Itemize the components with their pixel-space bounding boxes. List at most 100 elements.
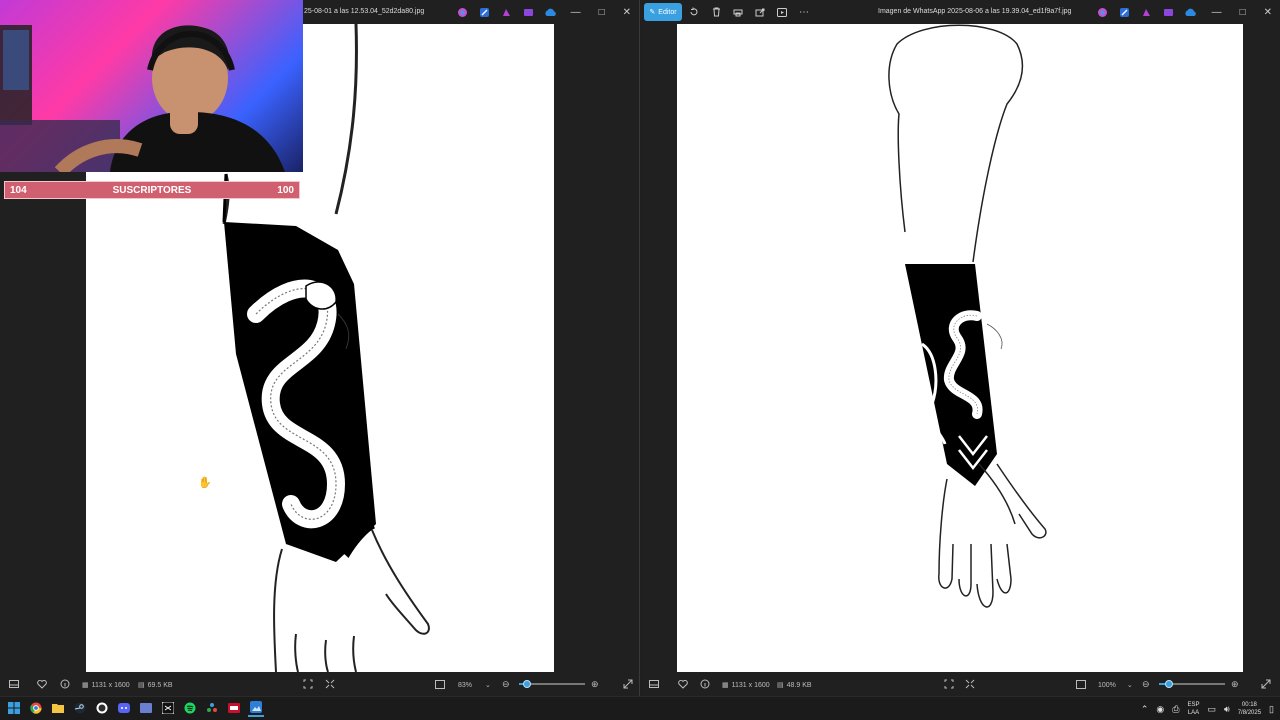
clock-time: 00:18 [1241,702,1257,708]
minimize-button[interactable]: — [1212,7,1222,18]
zoom-slider[interactable] [1159,680,1225,688]
onedrive-icon[interactable] [543,5,557,19]
spotify-icon[interactable] [182,699,198,717]
delete-icon[interactable] [708,4,724,20]
streamer-webcam-feed [0,25,285,172]
volume-icon[interactable]: 🔊︎ [1224,704,1230,715]
onedrive-icon[interactable] [1183,5,1197,19]
filmstrip-icon[interactable] [6,676,22,692]
favorite-heart-icon[interactable] [675,676,691,692]
chevron-down-icon: ⌄ [1126,682,1133,689]
taskbar-apps [6,699,264,717]
obs-icon[interactable] [94,699,110,717]
more-options-icon[interactable]: ⋯ [796,4,812,20]
zoom-slider-knob[interactable] [522,680,531,688]
fit-window-icon[interactable] [432,676,448,692]
zoom-slider-knob[interactable] [1164,680,1173,688]
language-code: ESP [1187,702,1200,708]
file-explorer-icon[interactable] [50,699,66,717]
right-status-bar: ▦ 1131 x 1600 ▤ 48.9 KB 100% ⌄ ⊖ ⊕ [641,672,1280,696]
editor-app-icon[interactable] [138,699,154,717]
clipchamp-icon[interactable] [1139,5,1153,19]
zoom-slider[interactable] [519,680,585,688]
print-icon[interactable] [730,4,746,20]
right-title-bar: ✎ Editor ⋯ Imagen de WhatsApp 2025-08-06… [641,0,1280,24]
subscriber-count: 104 [10,184,27,196]
favorite-heart-icon[interactable] [34,676,50,692]
fit-to-screen-icon[interactable] [300,676,316,692]
subscriber-goal-bar: 104 SUSCRIPTORES 100 [4,181,300,199]
zoom-level-dropdown[interactable]: 83% ⌄ [458,681,491,690]
photo-editor-icon[interactable] [1161,5,1175,19]
zoom-in-icon[interactable]: ⊕ [1231,679,1239,690]
clipchamp-icon[interactable] [499,5,513,19]
tattoo-reference-arm [888,24,1047,608]
chevron-down-icon: ⌄ [485,682,491,689]
actual-size-icon[interactable] [962,676,978,692]
info-icon[interactable] [697,676,713,692]
editor-button[interactable]: ✎ Editor [644,3,682,21]
zoom-out-icon[interactable]: ⊖ [502,679,510,690]
rotate-icon[interactable] [686,4,702,20]
image-filesize: 69.5 KB [147,681,173,689]
right-window-title: Imagen de WhatsApp 2025-08-06 a las 19.3… [878,8,1072,15]
filesize-icon: ▤ [138,682,145,689]
editor-button-label: Editor [658,8,677,16]
photo-editor-icon[interactable] [521,5,535,19]
close-button[interactable]: ✕ [1264,7,1272,18]
close-button[interactable]: ✕ [623,7,631,18]
fit-window-icon[interactable] [1073,676,1089,692]
fullscreen-icon[interactable] [620,676,636,692]
windows-taskbar: ⌃ ◉ ⎙ ESP LAA ▭ 🔊︎ 00:18 7/8/2025 ▯ [0,696,1280,720]
actual-size-icon[interactable] [322,676,338,692]
designer-icon[interactable] [477,5,491,19]
left-status-bar: ▦ 1131 x 1600 ▤ 69.5 KB 83% ⌄ ⊖ ⊕ [0,672,639,696]
filmstrip-icon[interactable] [646,676,662,692]
streamer-webcam-overlay [0,0,303,172]
designer-icon[interactable] [1117,5,1131,19]
image-dimensions: 1131 x 1600 [91,681,130,689]
dimensions-icon: ▦ [722,682,729,689]
zoom-out-icon[interactable]: ⊖ [1142,679,1150,690]
steam-tray-icon[interactable]: ◉ [1156,704,1164,715]
dimensions-icon: ▦ [82,682,89,689]
subscriber-label: SUSCRIPTORES [112,184,192,196]
fit-to-screen-icon[interactable] [941,676,957,692]
zoom-level-value: 100% [1098,681,1116,689]
microphone-icon[interactable]: ⎙ [1172,704,1179,715]
chevron-up-icon[interactable]: ⌃ [1141,704,1149,715]
language-indicator[interactable]: ESP LAA [1187,701,1199,717]
minimize-button[interactable]: — [571,7,581,18]
zoom-level-dropdown[interactable]: 100% ⌄ [1098,681,1133,690]
chrome-icon[interactable] [28,699,44,717]
discord-icon[interactable] [116,699,132,717]
capcut-icon[interactable] [160,699,176,717]
keyboard-layout: LAA [1187,710,1200,716]
left-window-title: 25-08-01 a las 12.53.04_52d2da80.jpg [304,8,425,15]
edit-pencil-icon: ✎ [649,9,656,16]
zoom-in-icon[interactable]: ⊕ [591,679,599,690]
filesize-icon: ▤ [777,682,784,689]
fullscreen-icon[interactable] [1258,676,1274,692]
system-tray: ⌃ ◉ ⎙ ESP LAA ▭ 🔊︎ 00:18 7/8/2025 ▯ [1141,697,1274,720]
recorder-icon[interactable] [226,699,242,717]
clock[interactable]: 00:18 7/8/2025 [1238,701,1261,717]
clock-date: 7/8/2025 [1237,710,1262,716]
hand-cursor-icon: ✋ [198,477,212,489]
right-photo-viewer-window: ✎ Editor ⋯ Imagen de WhatsApp 2025-08-06… [641,0,1280,696]
notification-icon[interactable]: ▯ [1269,704,1274,715]
maximize-button[interactable]: □ [599,7,605,18]
share-icon[interactable] [752,4,768,20]
start-icon[interactable] [6,699,22,717]
right-image-canvas[interactable] [677,24,1243,672]
desktop: 25-08-01 a las 12.53.04_52d2da80.jpg — □… [0,0,1280,720]
steam-icon[interactable] [72,699,88,717]
stream-deck-icon[interactable] [204,699,220,717]
info-icon[interactable] [57,676,73,692]
maximize-button[interactable]: □ [1240,7,1246,18]
slideshow-icon[interactable] [774,4,790,20]
copilot-icon[interactable] [1095,5,1109,19]
photos-icon[interactable] [248,699,264,717]
network-icon[interactable]: ▭ [1208,704,1217,715]
copilot-icon[interactable] [455,5,469,19]
